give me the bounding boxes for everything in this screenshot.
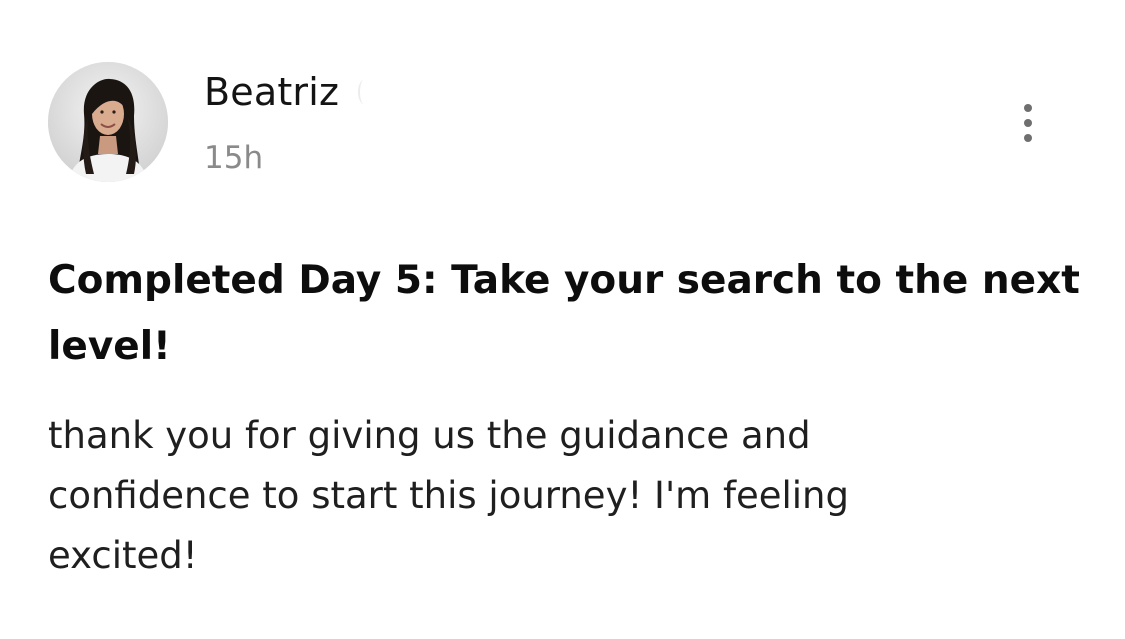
post-timestamp: 15h — [204, 140, 264, 176]
more-options-button[interactable] — [1008, 98, 1048, 148]
vertical-ellipsis-icon — [1024, 104, 1032, 112]
vertical-ellipsis-icon — [1024, 119, 1032, 127]
author-name[interactable]: Beatriz — [204, 68, 339, 116]
post-title: Completed Day 5: Take your search to the… — [48, 258, 1080, 369]
author-avatar[interactable] — [48, 62, 168, 182]
vertical-ellipsis-icon — [1024, 134, 1032, 142]
post-card: Beatriz 15h Completed Day 5: Take your s… — [0, 0, 1125, 639]
post-body: thank you for giving us the guidance and… — [48, 414, 849, 577]
verified-badge-icon — [358, 80, 370, 104]
avatar-photo — [48, 62, 168, 182]
